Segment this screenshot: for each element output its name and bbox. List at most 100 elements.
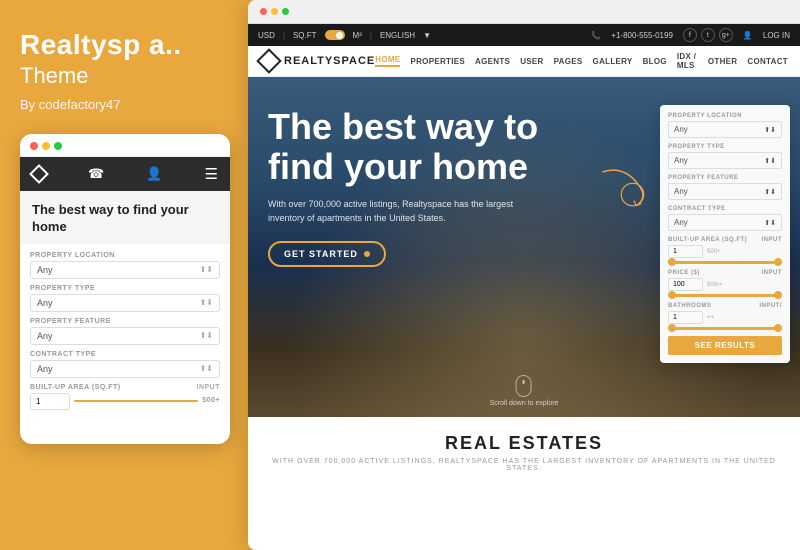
mobile-hero-title: The best way to find your home: [32, 201, 218, 236]
sp-area-label: BUILT-UP AREA (SQ.FT): [668, 237, 747, 243]
facebook-icon[interactable]: f: [683, 28, 697, 42]
brand-subtitle: Theme: [20, 63, 228, 89]
sp-price-slider[interactable]: [668, 294, 782, 297]
scroll-hint: Scroll down to explore: [490, 375, 559, 407]
scroll-text: Scroll down to explore: [490, 400, 559, 407]
brand-name: Realtysp a..: [20, 30, 228, 61]
scroll-icon: [516, 375, 532, 397]
mobile-browser-chrome: [20, 134, 230, 157]
nav-gallery[interactable]: GALLERY: [593, 57, 633, 66]
desktop-topbar: USD | SQ.FT M² | ENGLISH ▼ 📞 +1-800-555-…: [248, 24, 800, 46]
dot-red: [30, 142, 38, 150]
sp-contract-value: Any: [674, 218, 688, 227]
sp-contract-select[interactable]: Any ⬆⬇: [668, 214, 782, 231]
sp-area-slider[interactable]: [668, 261, 782, 264]
sp-area-min-input[interactable]: 1: [668, 245, 703, 258]
nav-home[interactable]: HOME: [375, 55, 400, 67]
mobile-area-max: 500+: [202, 397, 220, 404]
mobile-area-field: BUILT-UP AREA (SQ.FT) INPUT 1 500+: [30, 384, 220, 410]
sp-location-arrow: ⬆⬇: [764, 126, 776, 134]
mobile-area-min-value: 1: [36, 397, 40, 406]
sp-location-value: Any: [674, 125, 688, 134]
chevron-down-icon: ⬆⬇: [200, 265, 213, 274]
chevron-down-icon-4: ⬆⬇: [200, 364, 213, 373]
sp-area-thumb-left: [668, 258, 676, 266]
logo-diamond-icon: [256, 48, 281, 73]
sp-location-label: PROPERTY LOCATION: [668, 113, 782, 119]
sp-price-input-label: INPUT: [762, 270, 783, 276]
mobile-area-label: BUILT-UP AREA (SQ.FT): [30, 384, 121, 391]
mobile-feature-field: PROPERTY FEATURE Any ⬆⬇: [30, 318, 220, 345]
phone-icon: 📞: [591, 31, 601, 40]
twitter-icon[interactable]: t: [701, 28, 715, 42]
social-links: f t g+: [683, 28, 733, 42]
sp-bath-min-input[interactable]: 1: [668, 311, 703, 324]
cta-text: GET STARTED: [284, 249, 358, 259]
hero-cta-button[interactable]: GET STARTED: [268, 241, 386, 267]
mobile-location-select[interactable]: Any ⬆⬇: [30, 261, 220, 279]
sp-contract-field: CONTRACT TYPE Any ⬆⬇: [668, 206, 782, 231]
nav-pages[interactable]: PAGES: [554, 57, 583, 66]
mobile-type-select[interactable]: Any ⬆⬇: [30, 294, 220, 312]
unit-toggle[interactable]: [325, 30, 345, 40]
mobile-feature-label: PROPERTY FEATURE: [30, 318, 220, 325]
sp-location-select[interactable]: Any ⬆⬇: [668, 121, 782, 138]
unit-sqft[interactable]: SQ.FT: [293, 31, 317, 40]
currency-selector[interactable]: USD: [258, 31, 275, 40]
chevron-down-icon-2: ⬆⬇: [200, 298, 213, 307]
language-selector[interactable]: ENGLISH: [380, 31, 415, 40]
sp-feature-arrow: ⬆⬇: [764, 188, 776, 196]
nav-contact[interactable]: CONTACT: [747, 57, 788, 66]
sp-bath-thumb-left: [668, 324, 676, 332]
mobile-area-slider: [74, 400, 198, 402]
mobile-location-value: Any: [37, 265, 53, 275]
mobile-area-min[interactable]: 1: [30, 393, 70, 410]
mobile-type-value: Any: [37, 298, 53, 308]
cta-dot-icon: [364, 251, 370, 257]
sp-bath-label: BATHROOMS: [668, 303, 711, 309]
mobile-feature-select[interactable]: Any ⬆⬇: [30, 327, 220, 345]
hero-title: The best way to find your home: [268, 107, 568, 186]
nav-other[interactable]: OTHER: [708, 57, 738, 66]
dot-green: [54, 142, 62, 150]
browser-dot-green: [282, 8, 289, 15]
hero-content: The best way to find your home With over…: [248, 77, 588, 287]
sp-type-value: Any: [674, 156, 688, 165]
sp-location-field: PROPERTY LOCATION Any ⬆⬇: [668, 113, 782, 138]
mobile-menu-icon: ☰: [205, 165, 218, 183]
mobile-contract-select[interactable]: Any ⬆⬇: [30, 360, 220, 378]
sp-price-thumb-left: [668, 291, 676, 299]
mobile-area-input-label: INPUT: [197, 384, 221, 391]
login-link[interactable]: LOG IN: [763, 31, 790, 40]
nav-blog[interactable]: BLOG: [643, 57, 667, 66]
mobile-contract-field: CONTRACT TYPE Any ⬆⬇: [30, 351, 220, 378]
mobile-contract-label: CONTRACT TYPE: [30, 351, 220, 358]
arrow-decoration: [595, 157, 655, 222]
sp-feature-field: PROPERTY FEATURE Any ⬆⬇: [668, 175, 782, 200]
sp-price-min-input[interactable]: 100: [668, 278, 703, 291]
mobile-type-label: PROPERTY TYPE: [30, 285, 220, 292]
nav-agents[interactable]: AGENTS: [475, 57, 510, 66]
sp-bath-max-label: ++: [707, 315, 714, 321]
sp-bath-range: 1 ++: [668, 311, 782, 324]
sp-feature-label: PROPERTY FEATURE: [668, 175, 782, 181]
right-panel: USD | SQ.FT M² | ENGLISH ▼ 📞 +1-800-555-…: [248, 0, 800, 550]
browser-dot-yellow: [271, 8, 278, 15]
real-estates-section: REAL ESTATES WITH OVER 700,000 ACTIVE LI…: [248, 417, 800, 488]
nav-idx[interactable]: IDX / MLS: [677, 52, 698, 70]
search-panel: PROPERTY LOCATION Any ⬆⬇ PROPERTY TYPE A…: [660, 105, 790, 363]
sp-type-select[interactable]: Any ⬆⬇: [668, 152, 782, 169]
mobile-type-field: PROPERTY TYPE Any ⬆⬇: [30, 285, 220, 312]
browser-dot-red: [260, 8, 267, 15]
topbar-left: USD | SQ.FT M² | ENGLISH ▼: [258, 30, 431, 40]
sp-price-label: PRICE ($): [668, 270, 700, 276]
see-results-button[interactable]: SEE RESULTS: [668, 336, 782, 355]
sp-bath-slider[interactable]: [668, 327, 782, 330]
sp-feature-select[interactable]: Any ⬆⬇: [668, 183, 782, 200]
unit-metric[interactable]: M²: [353, 31, 362, 40]
nav-properties[interactable]: PROPERTIES: [410, 57, 465, 66]
nav-user[interactable]: USER: [520, 57, 543, 66]
googleplus-icon[interactable]: g+: [719, 28, 733, 42]
mobile-feature-value: Any: [37, 331, 53, 341]
sp-price-field: PRICE ($) INPUT 100 50m+: [668, 270, 782, 297]
